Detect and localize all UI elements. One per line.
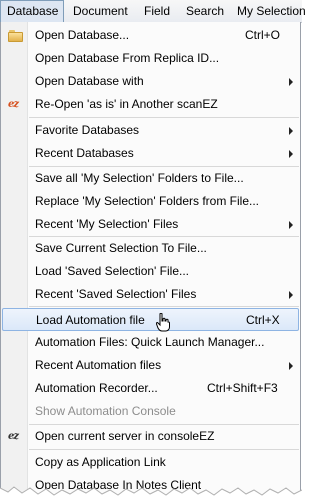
menu-item-load-saved-selection[interactable]: Load 'Saved Selection' File...: [2, 260, 299, 283]
menu-item-recent-saved-selection-files[interactable]: Recent 'Saved Selection' Files: [2, 283, 299, 306]
folder-icon: [8, 28, 24, 44]
menu-item-label: Open Database...: [35, 28, 130, 42]
submenu-arrow-icon: [289, 78, 293, 86]
pointer-cursor-icon: [156, 313, 170, 332]
menu-item-open-from-replica[interactable]: Open Database From Replica ID...: [2, 47, 299, 70]
menu-item-label: Automation Files: Quick Launch Manager..…: [35, 335, 265, 349]
menu-item-label: Load 'Saved Selection' File...: [35, 264, 190, 278]
menu-item-shortcut: Ctrl+Shift+F3: [207, 381, 278, 395]
menu-item-show-automation-console: Show Automation Console: [2, 400, 299, 423]
menu-item-recent-my-selection-files[interactable]: Recent 'My Selection' Files: [2, 213, 299, 236]
menu-item-copy-application-link[interactable]: Copy as Application Link: [2, 451, 299, 474]
menu-item-shortcut: Ctrl+O: [245, 28, 281, 42]
menu-item-label: Save all 'My Selection' Folders to File.…: [35, 171, 244, 185]
menu-item-label: Automation Recorder...: [35, 381, 158, 395]
menu-item-save-current-selection[interactable]: Save Current Selection To File...: [2, 237, 299, 260]
submenu-arrow-icon: [289, 362, 293, 370]
scanez-icon: ez: [8, 99, 19, 110]
menu-item-label: Copy as Application Link: [35, 455, 166, 469]
menu-item-label: Recent 'My Selection' Files: [35, 217, 179, 231]
menu-separator: [29, 306, 299, 307]
menu-item-open-database[interactable]: Open Database... Ctrl+O: [2, 24, 299, 47]
menu-separator: [29, 449, 299, 450]
menu-search[interactable]: Search: [180, 0, 230, 22]
menu-item-label: Recent 'Saved Selection' Files: [35, 287, 197, 301]
menu-item-reopen-as-is[interactable]: ez Re-Open 'as is' in Another scanEZ: [2, 93, 299, 116]
menu-item-label: Favorite Databases: [35, 123, 140, 137]
consoleez-icon: ez: [8, 431, 19, 442]
database-dropdown-menu: Open Database... Ctrl+O Open Database Fr…: [0, 22, 301, 502]
menu-item-shortcut: Ctrl+X: [246, 313, 280, 327]
submenu-arrow-icon: [289, 127, 293, 135]
menu-my-selection[interactable]: My Selection: [231, 0, 311, 22]
menu-item-automation-recorder[interactable]: Automation Recorder... Ctrl+Shift+F3: [2, 377, 299, 400]
menu-item-label: Recent Automation files: [35, 358, 162, 372]
menu-item-replace-my-selection[interactable]: Replace 'My Selection' Folders from File…: [2, 190, 299, 213]
menu-item-label: Re-Open 'as is' in Another scanEZ: [35, 97, 218, 111]
menu-item-label: Save Current Selection To File...: [35, 241, 207, 255]
submenu-arrow-icon: [289, 150, 293, 158]
menu-item-label: Open Database with: [35, 74, 144, 88]
menu-item-open-database-with[interactable]: Open Database with: [2, 70, 299, 93]
menu-database[interactable]: Database: [0, 0, 64, 23]
menu-item-recent-databases[interactable]: Recent Databases: [2, 142, 299, 165]
menu-item-save-all-my-selection[interactable]: Save all 'My Selection' Folders to File.…: [2, 167, 299, 190]
menu-item-label: Show Automation Console: [35, 404, 176, 418]
menu-item-load-automation-file[interactable]: Load Automation file Ctrl+X: [2, 308, 299, 331]
menu-item-label: Recent Databases: [35, 146, 134, 160]
menu-item-automation-quick-launch[interactable]: Automation Files: Quick Launch Manager..…: [2, 331, 299, 354]
submenu-arrow-icon: [289, 291, 293, 299]
menu-item-label: Open Database From Replica ID...: [35, 51, 220, 65]
menu-item-favorite-databases[interactable]: Favorite Databases: [2, 119, 299, 142]
submenu-arrow-icon: [289, 221, 293, 229]
menu-bar: Database Document Field Search My Select…: [0, 0, 306, 23]
menu-item-label: Open current server in consoleEZ: [35, 429, 215, 443]
torn-edge-decoration: [0, 486, 302, 502]
menu-item-recent-automation-files[interactable]: Recent Automation files: [2, 354, 299, 377]
menu-document[interactable]: Document: [67, 0, 132, 22]
menu-separator: [29, 117, 299, 118]
menu-item-label: Load Automation file: [36, 313, 145, 327]
menu-item-open-in-consoleez[interactable]: ez Open current server in consoleEZ: [2, 425, 299, 448]
menu-field[interactable]: Field: [138, 0, 180, 22]
menu-item-label: Replace 'My Selection' Folders from File…: [35, 194, 259, 208]
